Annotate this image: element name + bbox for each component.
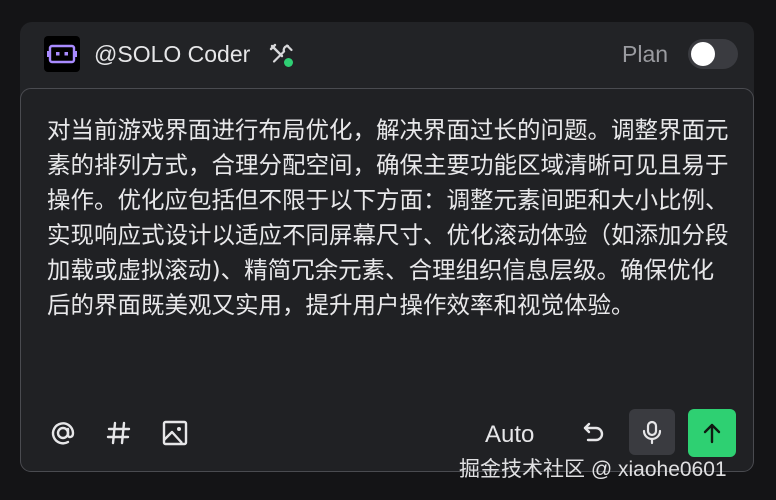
watermark-text: 掘金技术社区 @ xiaohe0601 — [459, 458, 727, 481]
plan-toggle-knob — [691, 42, 715, 66]
prompt-input-box[interactable]: 对当前游戏界面进行布局优化，解决界面过长的问题。调整界面元素的排列方式，合理分配… — [20, 88, 754, 472]
online-status-dot — [284, 58, 293, 67]
arrow-up-icon — [703, 423, 721, 444]
send-button[interactable] — [688, 409, 736, 457]
tools-icon — [268, 42, 296, 70]
mode-selector[interactable]: Auto — [485, 419, 534, 451]
prompt-text[interactable]: 对当前游戏界面进行布局优化，解决界面过长的问题。调整界面元素的排列方式，合理分配… — [47, 113, 733, 323]
hash-icon[interactable] — [103, 417, 135, 449]
image-icon[interactable] — [159, 417, 191, 449]
at-icon[interactable] — [47, 417, 79, 449]
plan-toggle[interactable] — [688, 39, 738, 69]
microphone-icon — [642, 420, 662, 445]
microphone-button[interactable] — [629, 409, 675, 455]
plan-label: Plan — [622, 41, 669, 67]
undo-icon[interactable] — [577, 417, 609, 449]
robot-logo-icon — [44, 36, 80, 72]
agent-name: @SOLO Coder — [94, 41, 251, 67]
panel-header: @SOLO Coder Plan — [20, 22, 754, 88]
chat-input-panel: @SOLO Coder Plan 对当前游戏界面进行布局优化，解决界面过长的问题… — [20, 22, 754, 472]
